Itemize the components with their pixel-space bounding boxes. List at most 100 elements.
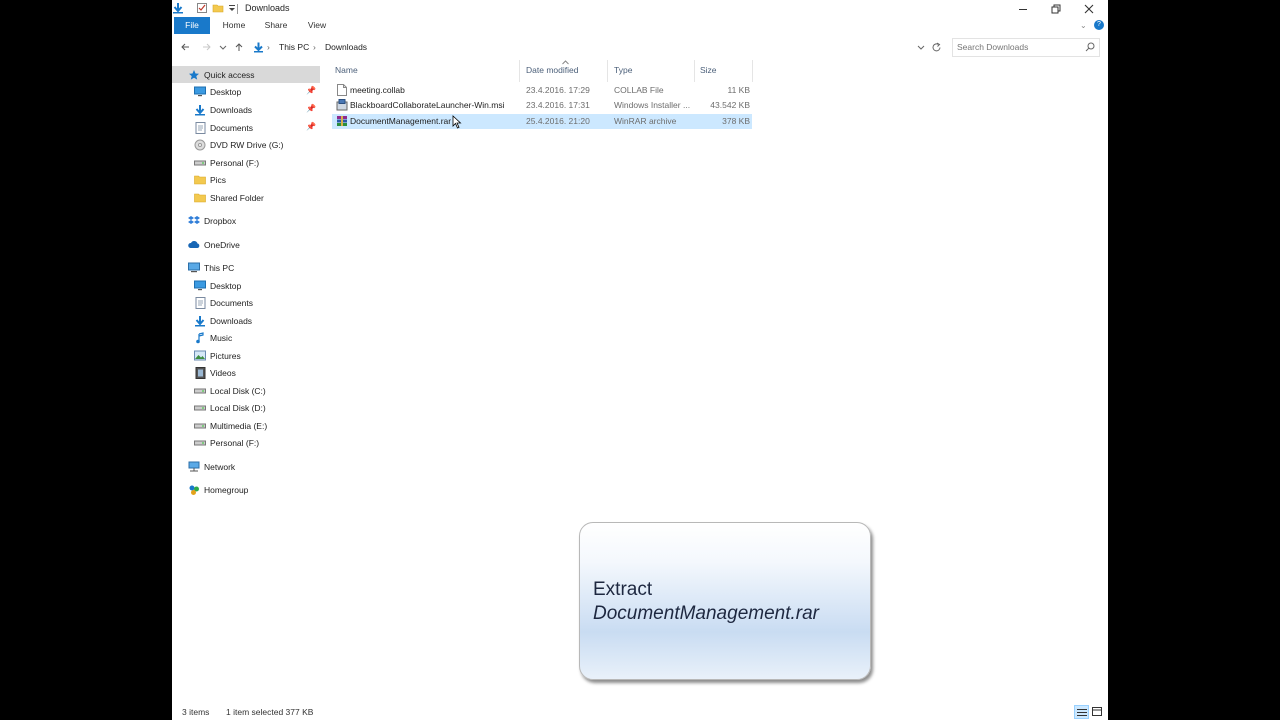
download-icon (254, 42, 263, 53)
status-bar: 3 items 1 item selected 377 KB (172, 702, 1108, 720)
column-type[interactable]: Type (614, 65, 632, 75)
drive-icon (194, 157, 206, 169)
nav-label: Pictures (210, 350, 241, 361)
nav-quick-pics[interactable]: Pics (172, 171, 320, 188)
nav-quick-documents[interactable]: Documents 📌 (172, 119, 320, 136)
nav-pc-local-disk-c[interactable]: Local Disk (C:) (172, 382, 320, 399)
dropbox-icon (188, 215, 200, 227)
nav-pc-downloads[interactable]: Downloads (172, 312, 320, 329)
file-date: 25.4.2016. 21:20 (526, 116, 590, 126)
nav-dropbox[interactable]: Dropbox (172, 212, 320, 229)
nav-quick-downloads[interactable]: Downloads 📌 (172, 101, 320, 118)
nav-label: Dropbox (204, 215, 237, 226)
drive-icon (194, 385, 206, 397)
folder-icon (194, 192, 206, 204)
nav-onedrive[interactable]: OneDrive (172, 236, 320, 253)
address-dropdown-icon[interactable] (917, 44, 925, 52)
nav-pc-desktop[interactable]: Desktop (172, 277, 320, 294)
videos-icon (194, 366, 206, 379)
column-separator[interactable] (607, 60, 608, 82)
nav-label: Desktop (210, 280, 242, 291)
expand-ribbon-icon[interactable]: ⌄ (1080, 21, 1087, 30)
pin-icon[interactable]: 📌 (306, 104, 316, 113)
desktop-icon (194, 280, 206, 292)
nav-label: Multimedia (E:) (210, 420, 268, 431)
new-folder-icon[interactable] (212, 2, 224, 14)
nav-pc-local-disk-d[interactable]: Local Disk (D:) (172, 399, 320, 416)
nav-homegroup[interactable]: Homegroup (172, 481, 320, 498)
nav-pc-videos[interactable]: Videos (172, 364, 320, 381)
breadcrumb-separator: › (267, 42, 270, 52)
nav-pc-documents[interactable]: Documents (172, 294, 320, 311)
nav-pc-multimedia-e[interactable]: Multimedia (E:) (172, 417, 320, 434)
download-icon[interactable] (172, 2, 184, 14)
file-icon (337, 84, 347, 96)
nav-pc-personal-f[interactable]: Personal (F:) (172, 434, 320, 451)
network-icon (188, 461, 200, 473)
file-row-selected[interactable]: DocumentManagement.rar 25.4.2016. 21:20 … (332, 114, 752, 129)
help-icon[interactable]: ? (1094, 20, 1104, 30)
tab-file[interactable]: File (174, 17, 210, 34)
breadcrumb-downloads[interactable]: Downloads (325, 42, 367, 52)
nav-label: DVD RW Drive (G:) (210, 139, 284, 150)
address-bar[interactable]: › This PC › Downloads (248, 38, 950, 58)
back-arrow-icon (181, 43, 189, 51)
forward-button[interactable] (200, 40, 214, 54)
column-separator[interactable] (752, 60, 753, 82)
large-icons-view-button[interactable] (1090, 705, 1103, 717)
file-row[interactable]: BlackboardCollaborateLauncher-Win.msi 23… (332, 98, 752, 113)
properties-icon[interactable] (196, 2, 208, 14)
refresh-icon[interactable] (931, 42, 942, 53)
file-size: 11 KB (727, 85, 750, 95)
up-button[interactable] (232, 40, 246, 54)
restore-button[interactable] (1041, 0, 1071, 17)
search-input[interactable] (957, 42, 1077, 52)
column-separator[interactable] (519, 60, 520, 82)
recent-locations-button[interactable] (218, 40, 228, 54)
nav-this-pc[interactable]: This PC (172, 259, 320, 276)
nav-quick-desktop[interactable]: Desktop 📌 (172, 83, 320, 100)
download-icon (194, 104, 206, 116)
chevron-down-icon (219, 45, 227, 50)
tab-view[interactable]: View (302, 17, 332, 34)
status-item-count: 3 items (182, 707, 210, 717)
drive-icon (194, 420, 206, 432)
file-explorer-window: Downloads File Home Share View ⌄ ? › Thi… (172, 0, 1108, 720)
file-row[interactable]: meeting.collab 23.4.2016. 17:29 COLLAB F… (332, 83, 752, 98)
pin-icon[interactable]: 📌 (306, 122, 316, 131)
nav-pc-music[interactable]: Music (172, 329, 320, 346)
column-date-modified[interactable]: Date modified (526, 65, 578, 75)
pin-icon[interactable]: 📌 (306, 86, 316, 95)
large-icons-view-icon (1091, 706, 1102, 716)
forward-arrow-icon (203, 43, 211, 51)
nav-label: Personal (F:) (210, 157, 260, 168)
nav-quick-shared-folder[interactable]: Shared Folder (172, 189, 320, 206)
documents-icon (194, 296, 206, 309)
ribbon-tabs: File Home Share View ⌄ ? (172, 17, 1108, 34)
close-button[interactable] (1074, 0, 1104, 17)
nav-network[interactable]: Network (172, 458, 320, 475)
search-icon[interactable] (1085, 42, 1095, 52)
nav-pc-pictures[interactable]: Pictures (172, 347, 320, 364)
file-date: 23.4.2016. 17:31 (526, 100, 590, 110)
minimize-button[interactable] (1008, 0, 1038, 17)
status-selection: 1 item selected 377 KB (226, 707, 314, 717)
documents-icon (194, 121, 206, 134)
nav-label: Downloads (210, 104, 253, 115)
breadcrumb-this-pc[interactable]: This PC (279, 42, 309, 52)
nav-label: Personal (F:) (210, 437, 260, 448)
column-name[interactable]: Name (335, 65, 358, 75)
restore-icon (1051, 4, 1061, 13)
tab-share[interactable]: Share (260, 17, 292, 34)
back-button[interactable] (178, 40, 192, 54)
column-separator[interactable] (694, 60, 695, 82)
nav-quick-personal[interactable]: Personal (F:) (172, 154, 320, 171)
column-size[interactable]: Size (700, 65, 717, 75)
nav-quick-dvd[interactable]: DVD RW Drive (G:) (172, 136, 320, 153)
nav-label: Music (210, 332, 233, 343)
details-view-button[interactable] (1074, 705, 1089, 719)
tab-home[interactable]: Home (218, 17, 250, 34)
breadcrumb-separator: › (313, 42, 316, 52)
address-row: › This PC › Downloads (172, 36, 1108, 58)
nav-quick-access[interactable]: Quick access (172, 66, 320, 83)
